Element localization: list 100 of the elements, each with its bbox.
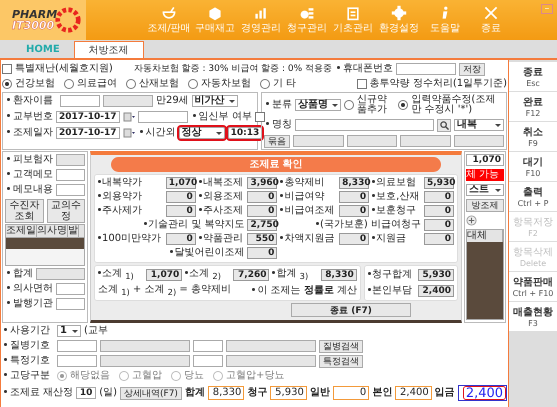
radio-button[interactable] bbox=[188, 79, 198, 89]
deposit-field[interactable]: 2,400 bbox=[458, 385, 508, 401]
input-field[interactable] bbox=[57, 340, 97, 352]
radio-button[interactable] bbox=[213, 371, 223, 381]
field-label: 주사조제 bbox=[198, 205, 244, 217]
input-field[interactable] bbox=[193, 340, 223, 352]
input-field[interactable] bbox=[56, 184, 85, 196]
search-button[interactable]: 특정검색 bbox=[319, 354, 363, 368]
detail-button[interactable]: 상세내역(F7) bbox=[120, 386, 182, 400]
add-icon[interactable] bbox=[466, 215, 477, 226]
checkbox[interactable] bbox=[356, 79, 367, 89]
method-value: 정률로 bbox=[304, 285, 334, 297]
input-field[interactable] bbox=[56, 283, 85, 295]
input-field[interactable] bbox=[56, 169, 85, 181]
input-field[interactable] bbox=[103, 95, 153, 107]
radio-button[interactable] bbox=[57, 371, 67, 381]
dropdown[interactable]: 비가산 bbox=[192, 95, 238, 107]
field-label: 조제일자 bbox=[5, 127, 53, 139]
total-field: 5,930 bbox=[270, 386, 307, 400]
field-label: 특정기호 bbox=[2, 355, 54, 367]
radio-button[interactable] bbox=[398, 100, 408, 110]
input-field[interactable] bbox=[295, 119, 434, 131]
save-button[interactable]: 저장 bbox=[459, 62, 486, 76]
field-label: 약품관리 bbox=[198, 233, 244, 245]
search-button[interactable] bbox=[437, 118, 451, 132]
value-field: 0 bbox=[247, 247, 278, 259]
sidebar-button[interactable]: 약품판매 Ctrl + F10 bbox=[509, 272, 557, 301]
date-field[interactable]: 2017-10-17 bbox=[56, 127, 120, 139]
time-field[interactable]: 10:13 bbox=[228, 127, 262, 139]
close-button[interactable]: 종료 (F7) bbox=[291, 303, 411, 317]
field-label: 피보험자 bbox=[5, 154, 53, 166]
field-label: 임신부 여부 bbox=[190, 111, 252, 123]
radio-button[interactable] bbox=[119, 371, 129, 381]
radio-button[interactable] bbox=[171, 371, 181, 381]
field-label: 발행기관 bbox=[5, 298, 53, 310]
field-label: 차액지원금 bbox=[280, 233, 336, 245]
sidebar-button[interactable]: 대기 F10 bbox=[509, 152, 557, 181]
radio-button[interactable] bbox=[260, 79, 270, 89]
column-header[interactable]: 조제일 bbox=[6, 225, 37, 237]
input-field[interactable] bbox=[60, 95, 100, 107]
checkbox[interactable] bbox=[254, 112, 265, 122]
field-label: 지원금 bbox=[372, 233, 421, 245]
value-field: 0 bbox=[339, 191, 370, 203]
sidebar-button[interactable]: 취소 F9 bbox=[509, 122, 557, 151]
input-field[interactable] bbox=[56, 154, 85, 166]
value-field: 0 bbox=[166, 205, 196, 217]
total-label: 합계 bbox=[184, 387, 205, 399]
tab[interactable]: 처방조제 bbox=[74, 41, 144, 58]
calendar-icon[interactable] bbox=[122, 112, 135, 122]
box-icon bbox=[207, 5, 223, 21]
checkbox[interactable] bbox=[2, 64, 12, 74]
days-field[interactable]: 10 bbox=[76, 387, 96, 399]
action-button[interactable]: 수진자조회 bbox=[5, 198, 44, 222]
dropdown[interactable]: 내복 bbox=[454, 119, 504, 131]
dropdown[interactable]: 상품명 bbox=[295, 99, 341, 111]
radio-label: 건강보험 bbox=[15, 78, 55, 90]
field-label: 휴대폰번호 bbox=[335, 63, 394, 75]
column-header[interactable]: 의사명 bbox=[37, 225, 68, 237]
total-label: 본인 bbox=[372, 387, 392, 399]
input-field[interactable] bbox=[138, 111, 188, 123]
dropdown[interactable]: 1 bbox=[57, 325, 81, 337]
radio-label: 고혈압 bbox=[132, 370, 162, 382]
field-label: 환자이름 bbox=[5, 95, 57, 107]
input-field[interactable] bbox=[57, 355, 97, 367]
column-header[interactable]: 발 bbox=[68, 225, 79, 237]
value-field: 8,330 bbox=[320, 269, 357, 281]
sidebar-button[interactable]: 완료 F12 bbox=[509, 92, 557, 121]
search-button[interactable]: 질병검색 bbox=[319, 340, 363, 352]
radio-button[interactable] bbox=[126, 79, 136, 89]
radio-label: 기 타 bbox=[273, 78, 296, 90]
radio-button[interactable] bbox=[2, 79, 12, 89]
date-field[interactable]: 2017-10-17 bbox=[56, 111, 120, 123]
mortar-icon bbox=[161, 5, 177, 21]
input-field[interactable] bbox=[193, 355, 223, 367]
total-label: 입금 bbox=[434, 387, 455, 399]
dropdown[interactable]: 정상 bbox=[178, 127, 225, 139]
field-label: 외용약가 bbox=[98, 191, 163, 203]
field-label: 소계 $_{2)}$ bbox=[185, 268, 230, 282]
dropdown[interactable]: 스트 bbox=[466, 184, 504, 196]
input-field[interactable] bbox=[56, 298, 85, 310]
radio-label: 의료급여 bbox=[77, 78, 117, 90]
sidebar-button[interactable]: 종료 Esc bbox=[509, 62, 557, 91]
value-field: 3,960 bbox=[247, 177, 278, 189]
radio-label: 입력약품수정(조제만 수정시 '*') bbox=[411, 95, 496, 115]
field-label: 합계 $_{3)}$ bbox=[272, 268, 318, 282]
radio-button[interactable] bbox=[344, 100, 354, 110]
total-field: 0 bbox=[332, 386, 370, 400]
bundle-button[interactable]: 묶음 bbox=[264, 134, 290, 148]
method-text: 이 조제는 bbox=[250, 285, 301, 297]
surcharge-note: 자동차보험 할증 : 30% 비급여 할증 : 0% 적용중 bbox=[134, 63, 332, 75]
value-field: 1,070 bbox=[166, 177, 196, 189]
sidebar-button[interactable]: 출력 Ctrl + P bbox=[509, 182, 557, 211]
calendar-icon[interactable] bbox=[122, 128, 135, 138]
radio-button[interactable] bbox=[64, 79, 74, 89]
radio-label: 산재보험 bbox=[139, 78, 179, 90]
phone-field[interactable] bbox=[396, 63, 456, 75]
action-button[interactable]: 방조제 bbox=[466, 199, 504, 212]
sidebar-button[interactable]: 매출현황 F3 bbox=[509, 302, 557, 331]
logo-text: PHARM bbox=[12, 9, 58, 20]
action-button[interactable]: 교의수정 bbox=[46, 198, 85, 222]
